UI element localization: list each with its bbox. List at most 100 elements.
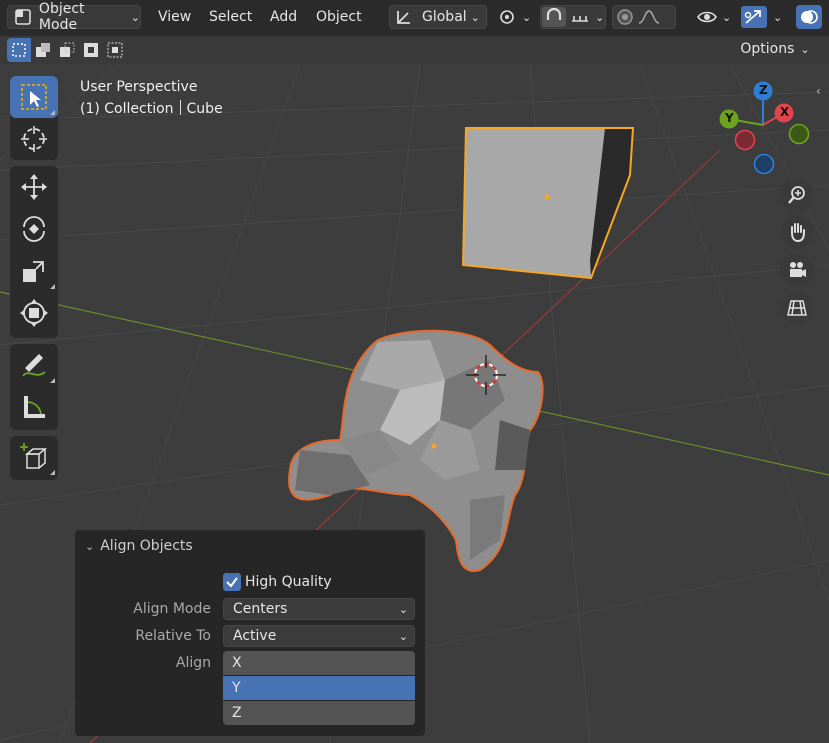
options-label: Options — [740, 41, 795, 57]
ruler-icon — [24, 396, 45, 418]
select-new-button[interactable] — [7, 38, 31, 62]
add-cube-tool[interactable] — [10, 436, 58, 478]
pivot-icon — [500, 10, 514, 24]
sidebar-toggle-arrow[interactable]: ‹ — [816, 84, 828, 100]
viewport-header: Object Mode ⌄ View Select Add Object Glo… — [0, 0, 829, 36]
orientation-label: Global — [422, 9, 467, 25]
move-tool[interactable] — [10, 166, 58, 208]
select-extend-icon — [36, 43, 50, 57]
measure-tool[interactable] — [10, 386, 58, 428]
gizmo-icon — [741, 6, 767, 28]
menu-select[interactable]: Select — [209, 9, 252, 25]
chevron-down-icon: ⌄ — [398, 603, 408, 616]
chevron-down-icon: ⌄ — [130, 10, 140, 24]
overlays-toggle[interactable] — [796, 5, 822, 29]
snapping-group[interactable]: ⌄ — [540, 5, 606, 29]
grid-icon — [787, 300, 807, 316]
select-box-icon — [21, 84, 47, 110]
panel-title: Align Objects — [100, 538, 193, 554]
orientation-icon — [397, 11, 410, 24]
select-new-icon — [12, 43, 26, 57]
mode-label: Object Mode — [38, 1, 85, 33]
visibility-dropdown[interactable]: ⌄ — [696, 5, 734, 29]
proportional-editing-group[interactable] — [612, 5, 676, 29]
checkmark-icon — [226, 577, 238, 588]
chevron-down-icon: ⌄ — [722, 10, 732, 24]
transform-orientation-dropdown[interactable]: Global ⌄ — [389, 5, 487, 29]
chevron-down-icon: ⌄ — [773, 10, 783, 24]
camera-icon — [790, 262, 806, 277]
options-dropdown[interactable]: Options ⌄ — [734, 37, 816, 61]
proportional-edit-icon — [617, 9, 633, 25]
annotate-tool[interactable] — [10, 344, 58, 386]
chevron-down-icon: ⌄ — [522, 10, 532, 24]
chevron-down-icon: ⌄ — [85, 539, 95, 553]
align-objects-panel: ⌄ Align Objects High Quality Align Mode … — [75, 530, 425, 736]
falloff-curve-icon — [638, 10, 660, 24]
select-box-tool[interactable] — [10, 76, 58, 118]
eye-icon — [697, 11, 717, 23]
scale-tool[interactable] — [10, 250, 58, 292]
align-label: Align — [175, 655, 211, 671]
active-object-name: Cube — [186, 101, 223, 117]
overlays-icon — [801, 10, 818, 24]
rotate-tool[interactable] — [10, 208, 58, 250]
panel-header[interactable]: ⌄ Align Objects — [85, 538, 193, 554]
menu-object[interactable]: Object — [316, 9, 362, 25]
align-axis-y[interactable]: Y — [223, 676, 415, 700]
select-intersect-icon — [107, 42, 123, 58]
select-subtract-button[interactable] — [55, 38, 79, 62]
transform-icon — [20, 299, 48, 327]
select-invert-button[interactable] — [79, 38, 103, 62]
align-mode-value: Centers — [233, 601, 288, 617]
perspective-toggle-button[interactable] — [780, 291, 814, 325]
snap-increment-icon — [572, 16, 588, 22]
collection-line: (1) Collection Cube — [80, 98, 223, 120]
high-quality-checkbox[interactable] — [223, 573, 241, 591]
pencil-icon — [22, 354, 46, 377]
chevron-down-icon: ⌄ — [595, 10, 605, 24]
pan-button[interactable] — [780, 215, 814, 249]
zoom-icon — [788, 186, 805, 204]
separator — [179, 100, 181, 115]
align-mode-label: Align Mode — [133, 601, 211, 617]
hand-icon — [791, 223, 805, 243]
toolbar-annotate-group — [10, 344, 58, 430]
gizmo-z-label: Z — [759, 83, 768, 97]
rotate-icon — [23, 216, 45, 242]
select-intersect-button[interactable] — [103, 38, 127, 62]
pivot-point-dropdown[interactable]: ⌄ — [496, 5, 534, 29]
camera-view-button[interactable] — [780, 253, 814, 287]
select-invert-icon — [84, 43, 98, 57]
view-name: User Perspective — [80, 79, 198, 95]
align-axis-z[interactable]: Z — [223, 701, 415, 725]
chevron-down-icon: ⌄ — [800, 42, 810, 56]
align-axis-x[interactable]: X — [223, 651, 415, 675]
mode-dropdown[interactable]: Object Mode ⌄ — [7, 1, 141, 33]
menu-view[interactable]: View — [158, 9, 191, 25]
collection-name: (1) Collection — [80, 101, 174, 117]
align-mode-dropdown[interactable]: Centers ⌄ — [223, 598, 415, 620]
chevron-down-icon: ⌄ — [398, 630, 408, 643]
high-quality-label: High Quality — [245, 574, 332, 590]
toolbar-add-group — [10, 436, 58, 480]
cursor-tool[interactable] — [10, 118, 58, 160]
toolbar-select-group — [10, 76, 58, 160]
transform-tool[interactable] — [10, 292, 58, 334]
select-extend-button[interactable] — [31, 38, 55, 62]
relative-to-value: Active — [233, 628, 277, 644]
add-cube-icon — [20, 443, 48, 469]
viewport-info: User Perspective (1) Collection Cube — [80, 76, 223, 120]
scale-icon — [23, 261, 44, 282]
tool-settings-row — [0, 36, 829, 64]
menu-add[interactable]: Add — [270, 9, 297, 25]
zoom-button[interactable] — [780, 178, 814, 212]
object-mode-icon — [15, 9, 31, 25]
gizmo-toggle[interactable]: ⌄ — [741, 5, 791, 29]
relative-to-dropdown[interactable]: Active ⌄ — [223, 625, 415, 647]
cursor-icon — [21, 126, 47, 152]
relative-to-label: Relative To — [135, 628, 211, 644]
chevron-down-icon: ⌄ — [470, 10, 480, 24]
gizmo-y-label: Y — [725, 111, 734, 125]
select-subtract-icon — [60, 42, 75, 57]
